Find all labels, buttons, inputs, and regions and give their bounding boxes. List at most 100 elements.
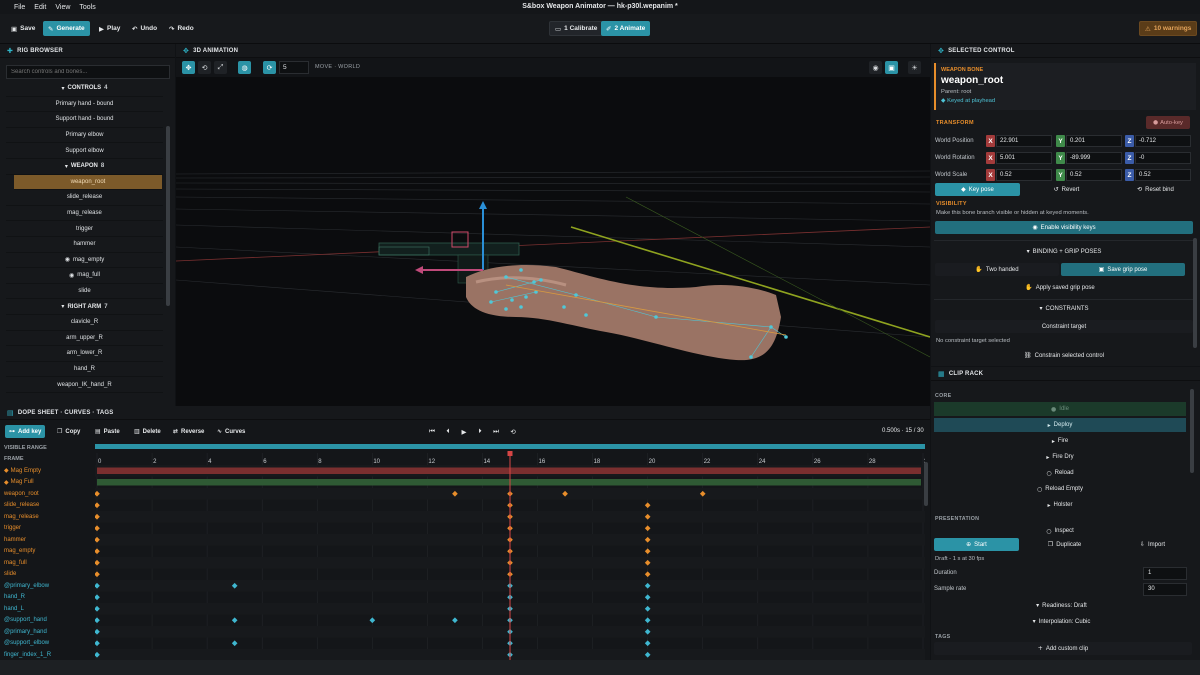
track-row[interactable]: @support_elbow: [4, 638, 94, 650]
readiness-toggle[interactable]: ▾ Readiness: Draft: [934, 599, 1189, 612]
track-row[interactable]: hand_R: [4, 592, 94, 604]
keyframe-diamond[interactable]: [95, 640, 100, 647]
rig-group-header[interactable]: ▾ RIGHT ARM 7: [6, 299, 163, 315]
track-row[interactable]: hammer: [4, 534, 94, 546]
keyframe-diamond[interactable]: [231, 617, 238, 624]
rig-tree-item[interactable]: ◉ mag_full: [6, 268, 163, 284]
rig-tree-item[interactable]: arm_upper_R: [6, 331, 163, 347]
clip-item[interactable]: ● Idle: [934, 402, 1186, 416]
transform-x-input[interactable]: 5.001: [996, 152, 1052, 164]
transform-y-input[interactable]: -89.999: [1066, 152, 1122, 164]
track-row[interactable]: ◆ Mag Empty: [4, 465, 94, 477]
track-row[interactable]: trigger: [4, 523, 94, 535]
transform-y-input[interactable]: 0.201: [1066, 135, 1122, 147]
rig-tree-item[interactable]: hammer: [6, 237, 163, 253]
scene-canvas[interactable]: [176, 77, 930, 406]
transform-z-input[interactable]: -0.712: [1135, 135, 1191, 147]
next-frame-button[interactable]: ⏵: [474, 425, 486, 438]
rig-group-header[interactable]: ▾ CONTROLS 4: [6, 81, 163, 97]
keyframe-diamond[interactable]: [644, 571, 651, 578]
add-custom-clip-button[interactable]: + Add custom clip: [934, 642, 1192, 655]
duplicate-button[interactable]: ❐ Duplicate: [1022, 538, 1107, 551]
track-row[interactable]: mag_empty: [4, 546, 94, 558]
rig-tree-item[interactable]: weapon_root: [14, 174, 162, 191]
last-frame-button[interactable]: ⏭: [490, 425, 502, 438]
interpolation-toggle[interactable]: ▾ Interpolation: Cubic: [934, 615, 1189, 628]
track-row[interactable]: finger_index_1_R: [4, 649, 94, 661]
binding-section-toggle[interactable]: ▾ BINDING + GRIP POSES: [935, 245, 1193, 258]
camera-toggle-button[interactable]: ▣: [885, 61, 898, 74]
visibility-bar[interactable]: [97, 479, 921, 486]
warnings-badge[interactable]: ⚠ 10 warnings: [1139, 21, 1198, 36]
menu-edit[interactable]: Edit: [34, 4, 46, 11]
rig-group-header[interactable]: ▾ WEAPON 8: [6, 159, 163, 175]
track-row[interactable]: @primary_hand: [4, 626, 94, 638]
enable-visibility-keys-button[interactable]: ◉ Enable visibility keys: [935, 221, 1193, 234]
move-tool-button[interactable]: ✥: [182, 61, 195, 74]
constraint-target-select[interactable]: Constraint target: [935, 320, 1193, 333]
rig-tree-item[interactable]: hand_R: [6, 362, 163, 378]
track-row[interactable]: mag_full: [4, 557, 94, 569]
keyframe-diamond[interactable]: [95, 548, 100, 555]
save-grip-pose-button[interactable]: ▣ Save grip pose: [1061, 263, 1185, 276]
revert-button[interactable]: ↺ Revert: [1024, 183, 1109, 196]
transform-z-input[interactable]: -0: [1135, 152, 1191, 164]
clip-item[interactable]: ○ Reload: [934, 466, 1186, 480]
track-row[interactable]: mag_release: [4, 511, 94, 523]
clip-item[interactable]: ▸ Holster: [934, 498, 1186, 512]
loop-button[interactable]: ⟲: [507, 425, 519, 438]
undo-button[interactable]: ↶ Undo: [127, 21, 162, 36]
rotate-tool-button[interactable]: ⟲: [198, 61, 211, 74]
transform-z-input[interactable]: 0.52: [1135, 169, 1191, 181]
keyframe-diamond[interactable]: [644, 525, 651, 532]
keyframe-diamond[interactable]: [95, 594, 100, 601]
apply-grip-pose-button[interactable]: ✋ Apply saved grip pose: [935, 281, 1185, 294]
play-pause-button[interactable]: ▶: [458, 425, 470, 438]
curves-button[interactable]: ∿ Curves: [213, 425, 249, 438]
clip-item[interactable]: ○ Reload Empty: [934, 482, 1186, 496]
sample-rate-input[interactable]: 30: [1143, 583, 1187, 596]
rig-tree-item[interactable]: weapon_IK_hand_R: [6, 377, 163, 393]
visibility-bar[interactable]: [97, 467, 921, 475]
rig-tree-item[interactable]: Primary hand - bound: [6, 97, 163, 113]
key-pose-button[interactable]: ◆ Key pose: [935, 183, 1020, 196]
calibrate-mode-button[interactable]: ▭ 1 Calibrate: [549, 21, 604, 36]
first-frame-button[interactable]: ⏮: [426, 425, 438, 438]
world-space-button[interactable]: ◍: [238, 61, 251, 74]
track-row[interactable]: @primary_elbow: [4, 580, 94, 592]
keyframe-diamond[interactable]: [231, 640, 238, 647]
play-button[interactable]: ▶ Play: [94, 21, 125, 36]
reverse-button[interactable]: ⇄ Reverse: [169, 425, 208, 438]
keyframe-grid[interactable]: 024681012141618202224262830: [95, 442, 925, 660]
save-button[interactable]: ▣ Save: [6, 21, 40, 36]
rig-tree-item[interactable]: Support hand - bound: [6, 112, 163, 128]
visible-range-bar[interactable]: [95, 444, 925, 449]
prev-frame-button[interactable]: ⏴: [442, 425, 454, 438]
keyframe-diamond[interactable]: [369, 617, 376, 624]
rig-tree-item[interactable]: slide: [6, 284, 163, 300]
clip-item[interactable]: ▸ Fire: [934, 434, 1186, 448]
generate-button[interactable]: ✎ Generate: [43, 21, 90, 36]
two-handed-toggle[interactable]: ✋ Two handed: [935, 263, 1059, 276]
keyframe-diamond[interactable]: [644, 640, 651, 647]
auto-key-toggle[interactable]: ● Auto-key: [1146, 116, 1190, 129]
rig-tree-item[interactable]: Primary elbow: [6, 128, 163, 144]
snap-button[interactable]: ⟳: [263, 61, 276, 74]
import-button[interactable]: ⇩ Import: [1110, 538, 1195, 551]
keyframe-diamond[interactable]: [95, 617, 100, 624]
track-row[interactable]: hand_L: [4, 603, 94, 615]
rig-tree-item[interactable]: clavicle_R: [6, 315, 163, 331]
menu-file[interactable]: File: [14, 4, 25, 11]
snap-step-input[interactable]: 5: [279, 61, 309, 74]
start-button[interactable]: ⊕ Start: [934, 538, 1019, 551]
scale-tool-button[interactable]: ⤢: [214, 61, 227, 74]
duration-input[interactable]: 1: [1143, 567, 1187, 580]
rig-tree-item[interactable]: slide_release: [6, 190, 163, 206]
transform-y-input[interactable]: 0.52: [1066, 169, 1122, 181]
redo-button[interactable]: ↷ Redo: [164, 21, 199, 36]
clip-rack-scrollbar[interactable]: [1190, 389, 1194, 473]
rig-search-input[interactable]: [6, 65, 170, 79]
keyframe-diamond[interactable]: [644, 594, 651, 601]
track-row[interactable]: slide_release: [4, 500, 94, 512]
delete-button[interactable]: ▥ Delete: [130, 425, 165, 438]
